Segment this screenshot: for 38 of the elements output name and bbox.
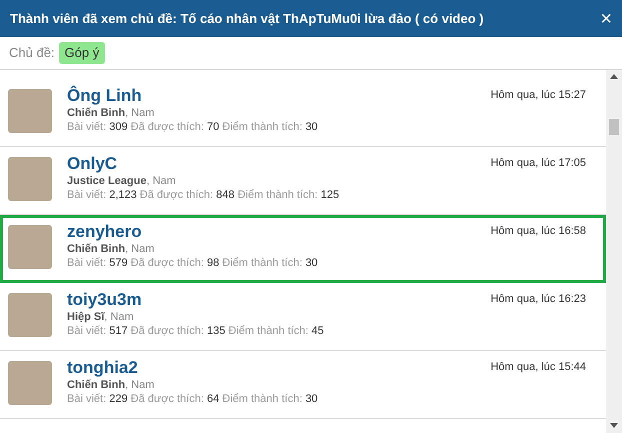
member-stats: Bài viết: 2,123 Đã được thích: 848 Điểm thành tích: 125 [67, 188, 340, 203]
avatar-placeholder [8, 157, 52, 201]
member-name[interactable]: toiy3u3m [67, 289, 491, 311]
view-time: Hôm qua, lúc 17:05 [490, 156, 586, 171]
member-name[interactable]: zenyhero [67, 221, 491, 243]
member-row[interactable]: Ông Linh Chiến Binh, Nam Bài viết: 309 Đã được thích: 70 Điểm thành tích: 30 Hôm qua, lúc 15:27 [0, 79, 606, 147]
scroll-down-icon[interactable] [610, 423, 618, 428]
avatar-placeholder [8, 293, 52, 337]
topic-label: Chủ đề: [9, 44, 55, 62]
member-row[interactable]: tonghia2 Chiến Binh, Nam Bài viết: 229 Đã được thích: 64 Điểm thành tích: 30 Hôm qua, lúc 15:44 [0, 351, 606, 419]
member-stats: Bài viết: 229 Đã được thích: 64 Điểm thành tích: 30 [67, 392, 319, 407]
member-name[interactable]: tonghia2 [67, 357, 491, 379]
member-stats: Bài viết: 309 Đã được thích: 70 Điểm thành tích: 30 [67, 120, 319, 135]
window-title: Thành viên đã xem chủ đề: Tố cáo nhân vật ThApTuMu0i lừa đảo ( có video ) [10, 10, 484, 28]
close-button[interactable]: × [600, 8, 612, 28]
scroll-up-icon[interactable] [610, 74, 618, 79]
member-title: Chiến Binh, Nam [67, 243, 156, 256]
member-stats: Bài viết: 579 Đã được thích: 98 Điểm thành tích: 30 [67, 256, 319, 271]
view-time: Hôm qua, lúc 16:58 [490, 224, 586, 239]
view-time: Hôm qua, lúc 15:27 [490, 88, 586, 103]
member-title: Chiến Binh, Nam [67, 379, 156, 392]
member-name[interactable]: Ông Linh [67, 85, 491, 107]
topic-tag[interactable]: Góp ý [58, 42, 106, 64]
member-row[interactable]: toiy3u3m Hiệp Sĩ, Nam Bài viết: 517 Đã được thích: 135 Điểm thành tích: 45 Hôm qua, lúc 16:23 [0, 283, 606, 351]
view-time: Hôm qua, lúc 16:23 [490, 292, 586, 307]
member-title: Justice League, Nam [67, 175, 177, 188]
view-time: Hôm qua, lúc 15:44 [490, 360, 586, 375]
member-stats: Bài viết: 517 Đã được thích: 135 Điểm thành tích: 45 [67, 324, 325, 339]
avatar-placeholder [8, 361, 52, 405]
member-name[interactable]: OnlyC [67, 153, 491, 175]
member-title: Chiến Binh, Nam [67, 107, 156, 120]
avatar-placeholder [8, 89, 52, 133]
member-row[interactable]: zenyhero Chiến Binh, Nam Bài viết: 579 Đã được thích: 98 Điểm thành tích: 30 Hôm qua, lúc 16:58 [0, 215, 606, 283]
scroll-thumb[interactable] [609, 119, 619, 135]
scrollbar[interactable] [606, 70, 622, 433]
member-row[interactable]: OnlyC Justice League, Nam Bài viết: 2,123 Đã được thích: 848 Điểm thành tích: 125 Hôm qua, lúc 17:05 [0, 147, 606, 215]
avatar-placeholder [8, 225, 52, 269]
member-title: Hiệp Sĩ, Nam [67, 311, 135, 324]
